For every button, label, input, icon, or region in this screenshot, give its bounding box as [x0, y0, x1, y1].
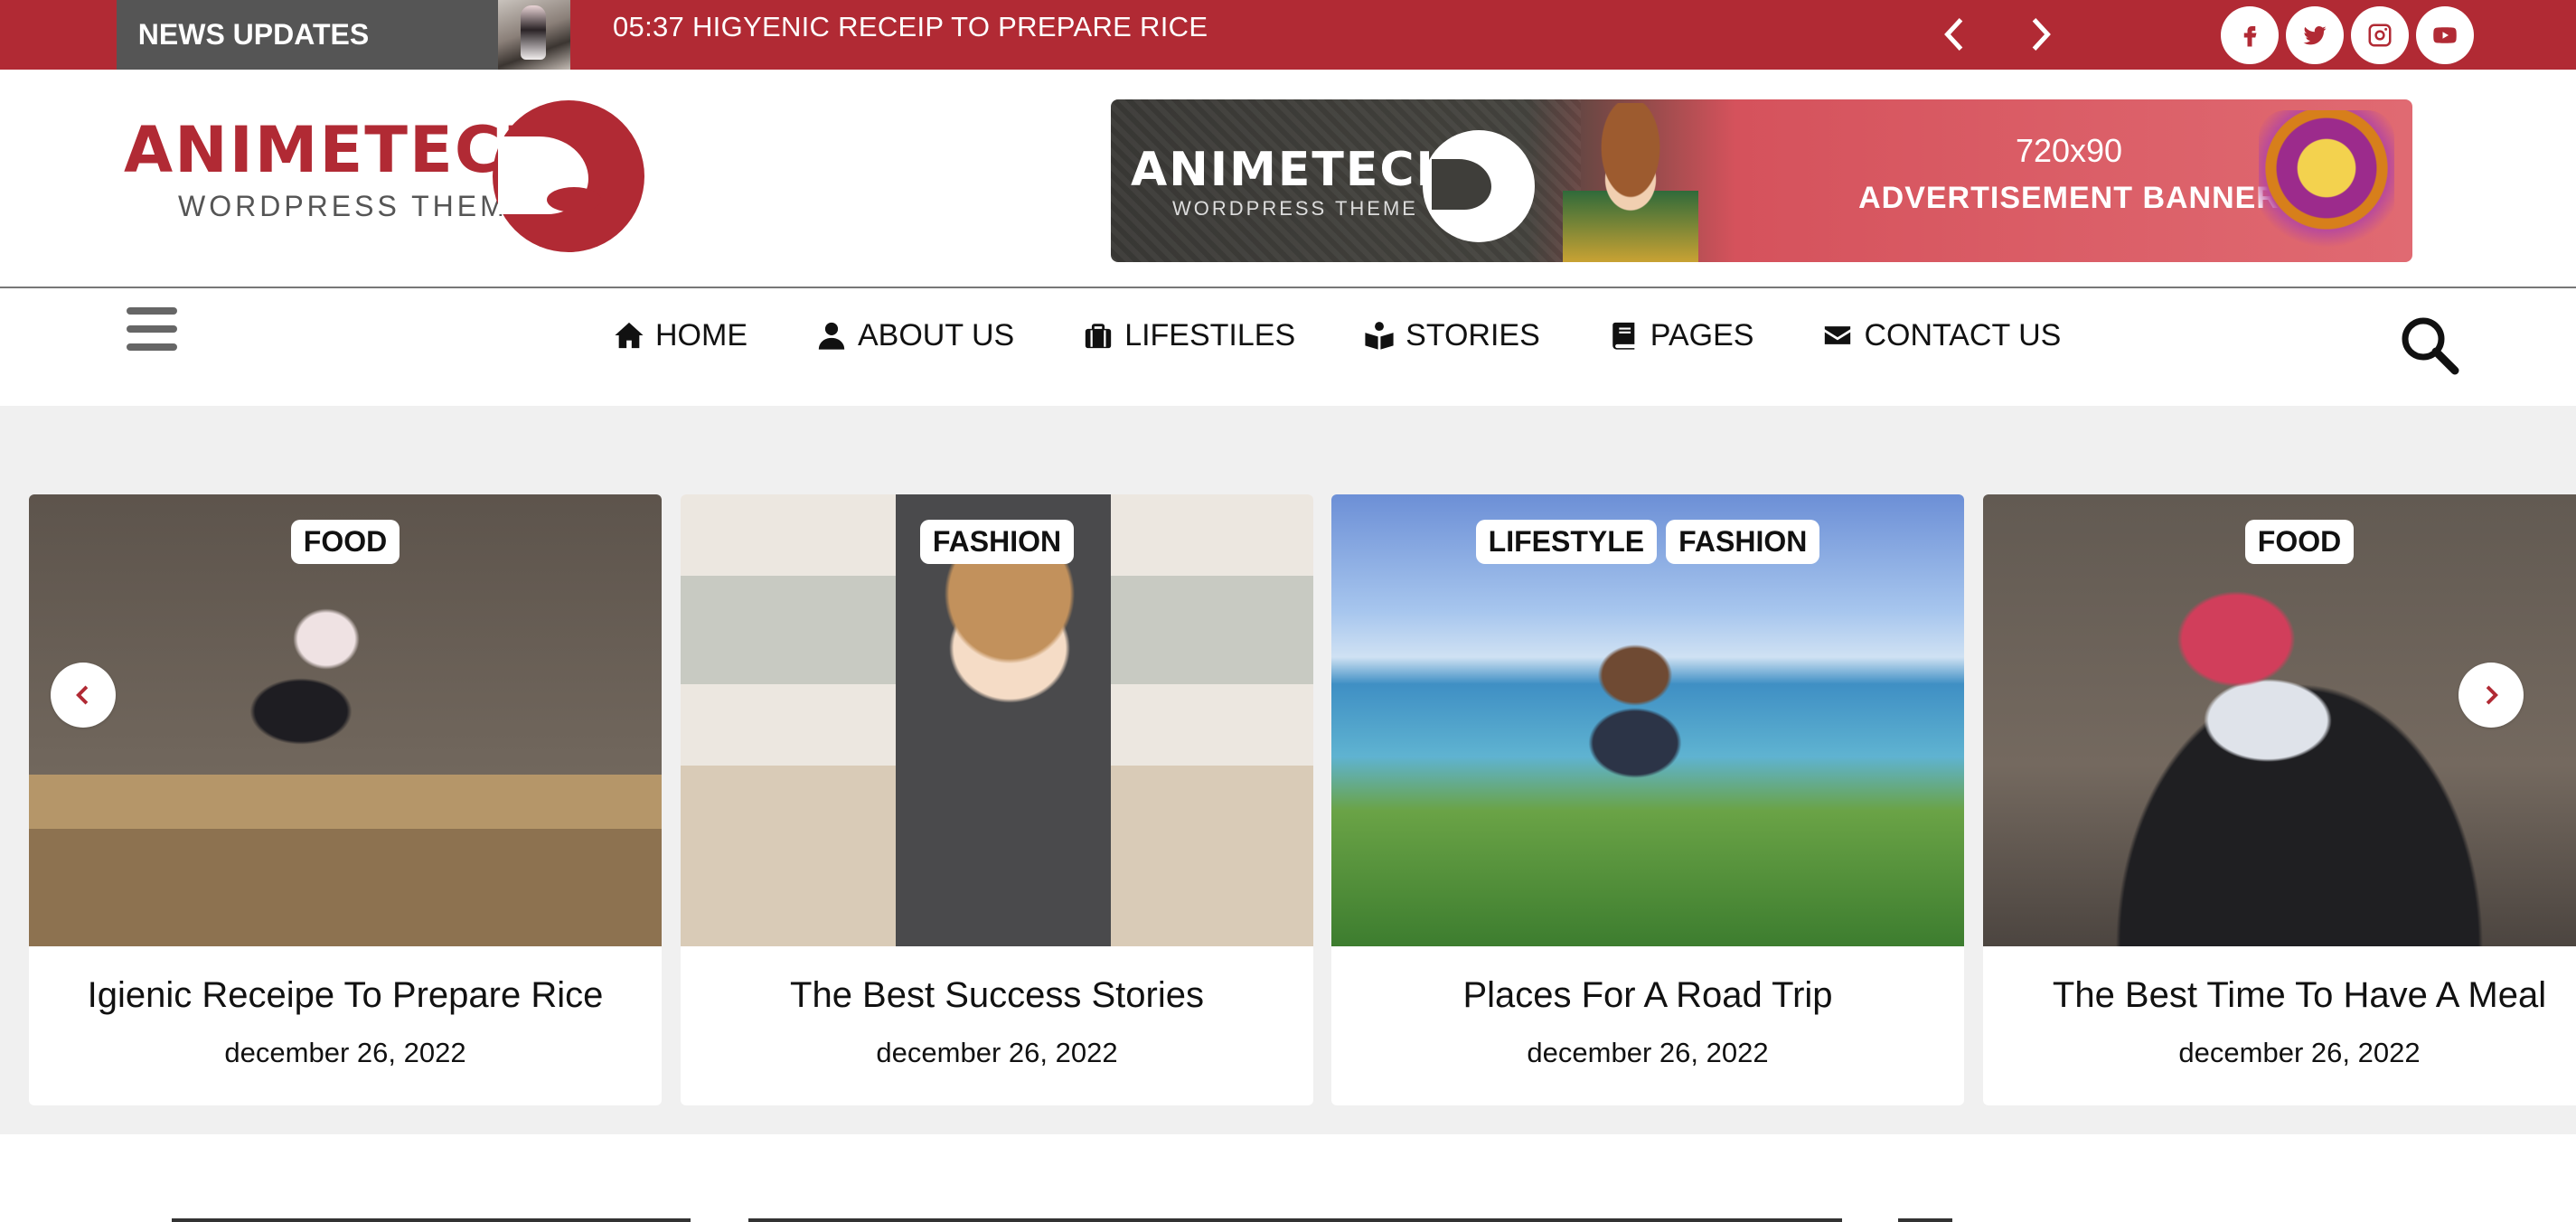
news-thumbnail[interactable]	[498, 0, 570, 70]
chevron-left-icon	[76, 685, 89, 705]
main-navigation: HOME ABOUT US LIFESTILES STORIES PAGES C…	[0, 288, 2576, 408]
nav-menu: HOME ABOUT US LIFESTILES STORIES PAGES C…	[614, 314, 2129, 357]
envelope-icon	[1825, 326, 1851, 344]
post-date: december 26, 2022	[876, 1037, 1118, 1068]
banner-character-image	[1563, 103, 1698, 262]
post-date: december 26, 2022	[2178, 1037, 2421, 1068]
post-tags: LIFESTYLE FASHION	[1331, 520, 1964, 564]
post-date: december 26, 2022	[1527, 1037, 1769, 1068]
category-tag[interactable]: FOOD	[2244, 520, 2355, 564]
twitter-link[interactable]	[2286, 6, 2344, 64]
nav-item-pages[interactable]: PAGES	[1609, 318, 1753, 353]
post-title[interactable]: The Best Success Stories	[681, 975, 1313, 1016]
post-tags: FOOD	[1983, 520, 2576, 564]
youtube-link[interactable]	[2416, 6, 2474, 64]
chevron-right-icon	[2486, 685, 2498, 705]
advertisement-banner[interactable]: ANIMETECH WORDPRESS THEME 720x90 ADVERTI…	[1111, 99, 2412, 262]
twitter-icon	[2303, 25, 2327, 45]
ticker-next-button[interactable]	[2023, 16, 2059, 52]
chevron-right-icon	[2032, 18, 2051, 51]
site-logo[interactable]: ANIMETECH WORDPRESS THEME	[122, 97, 644, 255]
ticker-headline[interactable]: 05:37 HIGYENIC RECEIP TO PREPARE RICE	[613, 11, 1208, 43]
instagram-link[interactable]	[2351, 6, 2409, 64]
nav-item-lifestiles[interactable]: LIFESTILES	[1083, 318, 1295, 353]
post-tags: FOOD	[29, 520, 662, 564]
book-icon	[1612, 322, 1635, 350]
news-thumbnail-figure	[521, 5, 546, 60]
post-title[interactable]: Places For A Road Trip	[1331, 975, 1964, 1016]
post-card[interactable]: FOOD Igienic Receipe To Prepare Rice dec…	[29, 494, 662, 1105]
category-tag[interactable]: LIFESTYLE	[1475, 520, 1658, 564]
logo-subtext: WORDPRESS THEME	[178, 190, 531, 222]
post-title[interactable]: The Best Time To Have A Meal	[1983, 975, 2576, 1016]
chevron-left-icon	[1944, 18, 1963, 51]
post-title[interactable]: Igienic Receipe To Prepare Rice	[29, 975, 662, 1016]
suitcase-icon	[1086, 324, 1112, 349]
nav-item-home[interactable]: HOME	[614, 318, 747, 353]
post-date: december 26, 2022	[224, 1037, 466, 1068]
instagram-icon	[2368, 24, 2392, 47]
banner-mascot-icon	[1423, 130, 1535, 242]
banner-character-image-2	[2259, 110, 2394, 255]
facebook-link[interactable]	[2221, 6, 2279, 64]
banner-logo-subtext: WORDPRESS THEME	[1172, 197, 1418, 220]
search-button[interactable]	[2397, 313, 2460, 376]
content-section-edge	[0, 1134, 2576, 1222]
nav-item-contact-us[interactable]: CONTACT US	[1822, 318, 2061, 353]
logo-mascot-icon	[493, 100, 644, 252]
news-updates-label: NEWS UPDATES	[117, 0, 499, 70]
search-icon	[2402, 317, 2459, 375]
book-open-icon	[1365, 322, 1394, 350]
featured-posts-slider: FOOD Igienic Receipe To Prepare Rice dec…	[0, 406, 2576, 1134]
youtube-icon	[2433, 27, 2457, 43]
banner-size-text: 720x90	[2015, 132, 2123, 169]
category-tag[interactable]: FASHION	[1666, 520, 1820, 564]
post-card[interactable]: FASHION The Best Success Stories decembe…	[681, 494, 1313, 1105]
nav-item-about-us[interactable]: ABOUT US	[816, 318, 1014, 353]
post-card[interactable]: LIFESTYLE FASHION Places For A Road Trip…	[1331, 494, 1964, 1105]
post-card[interactable]: FOOD The Best Time To Have A Meal decemb…	[1983, 494, 2576, 1105]
category-tag[interactable]: FASHION	[919, 520, 1075, 564]
slider-prev-button[interactable]	[51, 663, 116, 728]
banner-logo-text: ANIMETECH	[1131, 143, 1458, 197]
nav-item-stories[interactable]: STORIES	[1364, 318, 1540, 353]
home-icon	[615, 322, 644, 349]
facebook-icon	[2243, 26, 2257, 47]
hamburger-icon[interactable]	[127, 307, 177, 351]
news-ticker-bar: NEWS UPDATES 05:37 HIGYENIC RECEIP TO PR…	[0, 0, 2576, 70]
slider-next-button[interactable]	[2458, 663, 2524, 728]
post-tags: FASHION	[681, 520, 1313, 564]
category-tag[interactable]: FOOD	[290, 520, 400, 564]
ticker-prev-button[interactable]	[1936, 16, 1972, 52]
user-icon	[818, 322, 845, 350]
